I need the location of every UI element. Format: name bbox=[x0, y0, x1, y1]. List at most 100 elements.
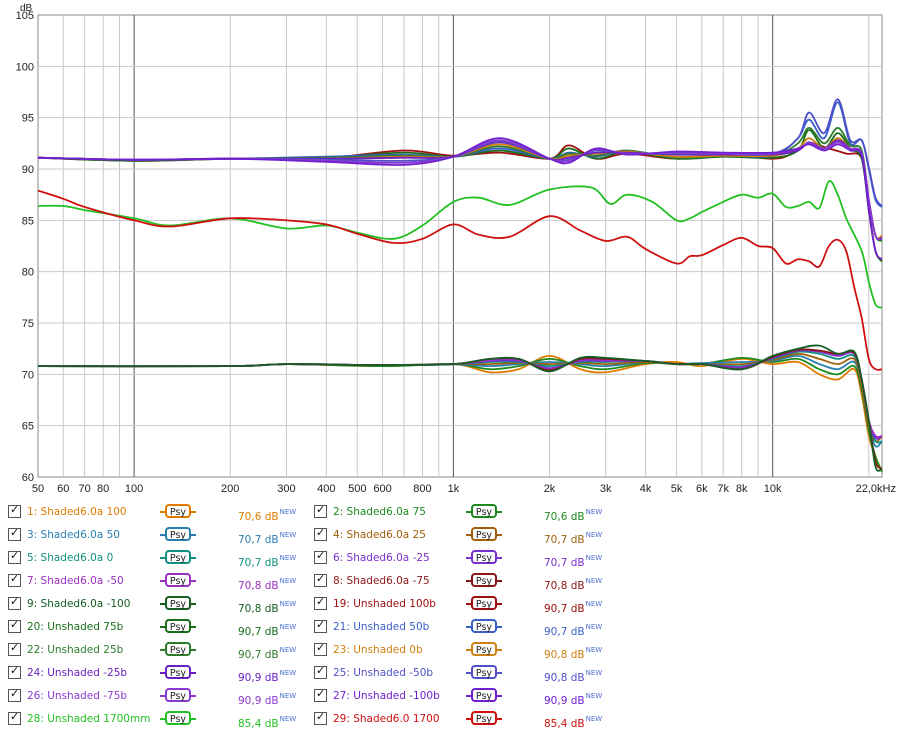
new-badge: NEW bbox=[279, 577, 297, 585]
legend-checkbox[interactable]: ✓ bbox=[8, 618, 21, 633]
x-tick-label: 6k bbox=[696, 483, 708, 495]
legend-series-value: 70,7 dBNEW bbox=[238, 531, 297, 546]
psy-smoothing-button[interactable]: Psy bbox=[165, 596, 191, 610]
legend-entry: ✓ 8: Shaded6.0a -75 Psy 70,8 dBNEW bbox=[306, 571, 606, 592]
psy-smoothing-button[interactable]: Psy bbox=[165, 550, 191, 564]
legend-series-name: 21: Unshaded 50b bbox=[333, 621, 430, 633]
psy-smoothing-button[interactable]: Psy bbox=[471, 527, 497, 541]
legend-checkbox[interactable]: ✓ bbox=[314, 572, 327, 587]
y-tick-label: 70 bbox=[22, 369, 34, 381]
legend-series-name: 7: Shaded6.0a -50 bbox=[27, 575, 124, 587]
legend-checkbox[interactable]: ✓ bbox=[314, 526, 327, 541]
legend-series-value: 90,9 dBNEW bbox=[238, 692, 297, 707]
x-tick-label: 5k bbox=[671, 483, 683, 495]
legend-entry: ✓ 7: Shaded6.0a -50 Psy 70,8 dBNEW bbox=[0, 571, 300, 592]
new-badge: NEW bbox=[585, 669, 603, 677]
checkmark-icon: ✓ bbox=[10, 572, 20, 585]
x-tick-label: 300 bbox=[277, 483, 295, 495]
psy-smoothing-button[interactable]: Psy bbox=[165, 642, 191, 656]
legend-entry: ✓ 25: Unshaded -50b Psy 90,8 dBNEW bbox=[306, 663, 606, 684]
checkmark-icon: ✓ bbox=[316, 641, 326, 654]
legend-series-name: 3: Shaded6.0a 50 bbox=[27, 529, 120, 541]
new-badge: NEW bbox=[279, 554, 297, 562]
legend-entry: ✓ 23: Unshaded 0b Psy 90,8 dBNEW bbox=[306, 640, 606, 661]
legend-checkbox[interactable]: ✓ bbox=[314, 618, 327, 633]
checkmark-icon: ✓ bbox=[316, 618, 326, 631]
psy-smoothing-button[interactable]: Psy bbox=[471, 665, 497, 679]
legend-checkbox[interactable]: ✓ bbox=[314, 687, 327, 702]
psy-smoothing-button[interactable]: Psy bbox=[471, 550, 497, 564]
legend-checkbox[interactable]: ✓ bbox=[314, 549, 327, 564]
psy-smoothing-button[interactable]: Psy bbox=[471, 573, 497, 587]
psy-smoothing-button[interactable]: Psy bbox=[471, 688, 497, 702]
x-tick-label: 200 bbox=[221, 483, 239, 495]
legend-series-value: 85,4 dBNEW bbox=[544, 715, 603, 730]
legend-checkbox[interactable]: ✓ bbox=[8, 664, 21, 679]
x-tick-label: 500 bbox=[348, 483, 366, 495]
legend-checkbox[interactable]: ✓ bbox=[314, 503, 327, 518]
legend-series-value: 70,8 dBNEW bbox=[544, 577, 603, 592]
x-tick-label: 600 bbox=[373, 483, 391, 495]
y-tick-label: 75 bbox=[22, 318, 34, 330]
x-tick-label: 800 bbox=[413, 483, 431, 495]
checkmark-icon: ✓ bbox=[10, 641, 20, 654]
legend-checkbox[interactable]: ✓ bbox=[8, 710, 21, 725]
checkmark-icon: ✓ bbox=[316, 687, 326, 700]
legend-series-value: 70,7 dBNEW bbox=[544, 531, 603, 546]
legend-entry: ✓ 19: Unshaded 100b Psy 90,7 dBNEW bbox=[306, 594, 606, 615]
x-tick-label: 80 bbox=[97, 483, 109, 495]
psy-smoothing-button[interactable]: Psy bbox=[165, 619, 191, 633]
checkmark-icon: ✓ bbox=[316, 710, 326, 723]
psy-smoothing-button[interactable]: Psy bbox=[165, 711, 191, 725]
psy-smoothing-button[interactable]: Psy bbox=[165, 527, 191, 541]
legend-checkbox[interactable]: ✓ bbox=[8, 572, 21, 587]
legend-checkbox[interactable]: ✓ bbox=[314, 641, 327, 656]
legend-checkbox[interactable]: ✓ bbox=[8, 595, 21, 610]
legend-series-name: 23: Unshaded 0b bbox=[333, 644, 423, 656]
psy-smoothing-button[interactable]: Psy bbox=[165, 665, 191, 679]
legend-checkbox[interactable]: ✓ bbox=[314, 595, 327, 610]
x-tick-label: 50 bbox=[32, 483, 44, 495]
new-badge: NEW bbox=[585, 623, 603, 631]
checkmark-icon: ✓ bbox=[10, 549, 20, 562]
legend-series-value: 70,8 dBNEW bbox=[238, 600, 297, 615]
legend-series-name: 22: Unshaded 25b bbox=[27, 644, 124, 656]
psy-smoothing-button[interactable]: Psy bbox=[471, 619, 497, 633]
x-tick-label: 70 bbox=[79, 483, 91, 495]
legend-checkbox[interactable]: ✓ bbox=[314, 710, 327, 725]
checkmark-icon: ✓ bbox=[10, 664, 20, 677]
legend-series-name: 26: Unshaded -75b bbox=[27, 690, 128, 702]
legend-checkbox[interactable]: ✓ bbox=[314, 664, 327, 679]
y-tick-label: 90 bbox=[22, 164, 34, 176]
checkmark-icon: ✓ bbox=[10, 503, 20, 516]
checkmark-icon: ✓ bbox=[10, 595, 20, 608]
legend-series-name: 19: Unshaded 100b bbox=[333, 598, 436, 610]
legend-checkbox[interactable]: ✓ bbox=[8, 641, 21, 656]
legend-checkbox[interactable]: ✓ bbox=[8, 687, 21, 702]
y-tick-label: 100 bbox=[16, 61, 34, 73]
frequency-response-chart: 606570758085909510010550 60 70 80 100 200 300 4… bbox=[0, 0, 900, 500]
y-tick-label: 65 bbox=[22, 421, 34, 433]
x-tick-label: 8k bbox=[736, 483, 748, 495]
legend-entry: ✓ 26: Unshaded -75b Psy 90,9 dBNEW bbox=[0, 686, 300, 707]
legend-entry: ✓ 5: Shaded6.0a 0 Psy 70,7 dBNEW bbox=[0, 548, 300, 569]
legend-entry: ✓ 1: Shaded6.0a 100 Psy 70,6 dBNEW bbox=[0, 502, 300, 523]
legend-checkbox[interactable]: ✓ bbox=[8, 503, 21, 518]
psy-smoothing-button[interactable]: Psy bbox=[165, 688, 191, 702]
psy-smoothing-button[interactable]: Psy bbox=[165, 504, 191, 518]
psy-smoothing-button[interactable]: Psy bbox=[471, 596, 497, 610]
legend-entry: ✓ 24: Unshaded -25b Psy 90,9 dBNEW bbox=[0, 663, 300, 684]
legend-checkbox[interactable]: ✓ bbox=[8, 549, 21, 564]
psy-smoothing-button[interactable]: Psy bbox=[471, 711, 497, 725]
psy-smoothing-button[interactable]: Psy bbox=[471, 642, 497, 656]
legend-series-value: 90,7 dBNEW bbox=[238, 623, 297, 638]
legend-checkbox[interactable]: ✓ bbox=[8, 526, 21, 541]
checkmark-icon: ✓ bbox=[10, 526, 20, 539]
new-badge: NEW bbox=[585, 577, 603, 585]
legend-series-value: 90,7 dBNEW bbox=[544, 600, 603, 615]
psy-smoothing-button[interactable]: Psy bbox=[165, 573, 191, 587]
legend-series-value: 70,6 dBNEW bbox=[238, 508, 297, 523]
legend-series-value: 70,7 dBNEW bbox=[544, 554, 603, 569]
x-tick-label: 3k bbox=[600, 483, 612, 495]
psy-smoothing-button[interactable]: Psy bbox=[471, 504, 497, 518]
